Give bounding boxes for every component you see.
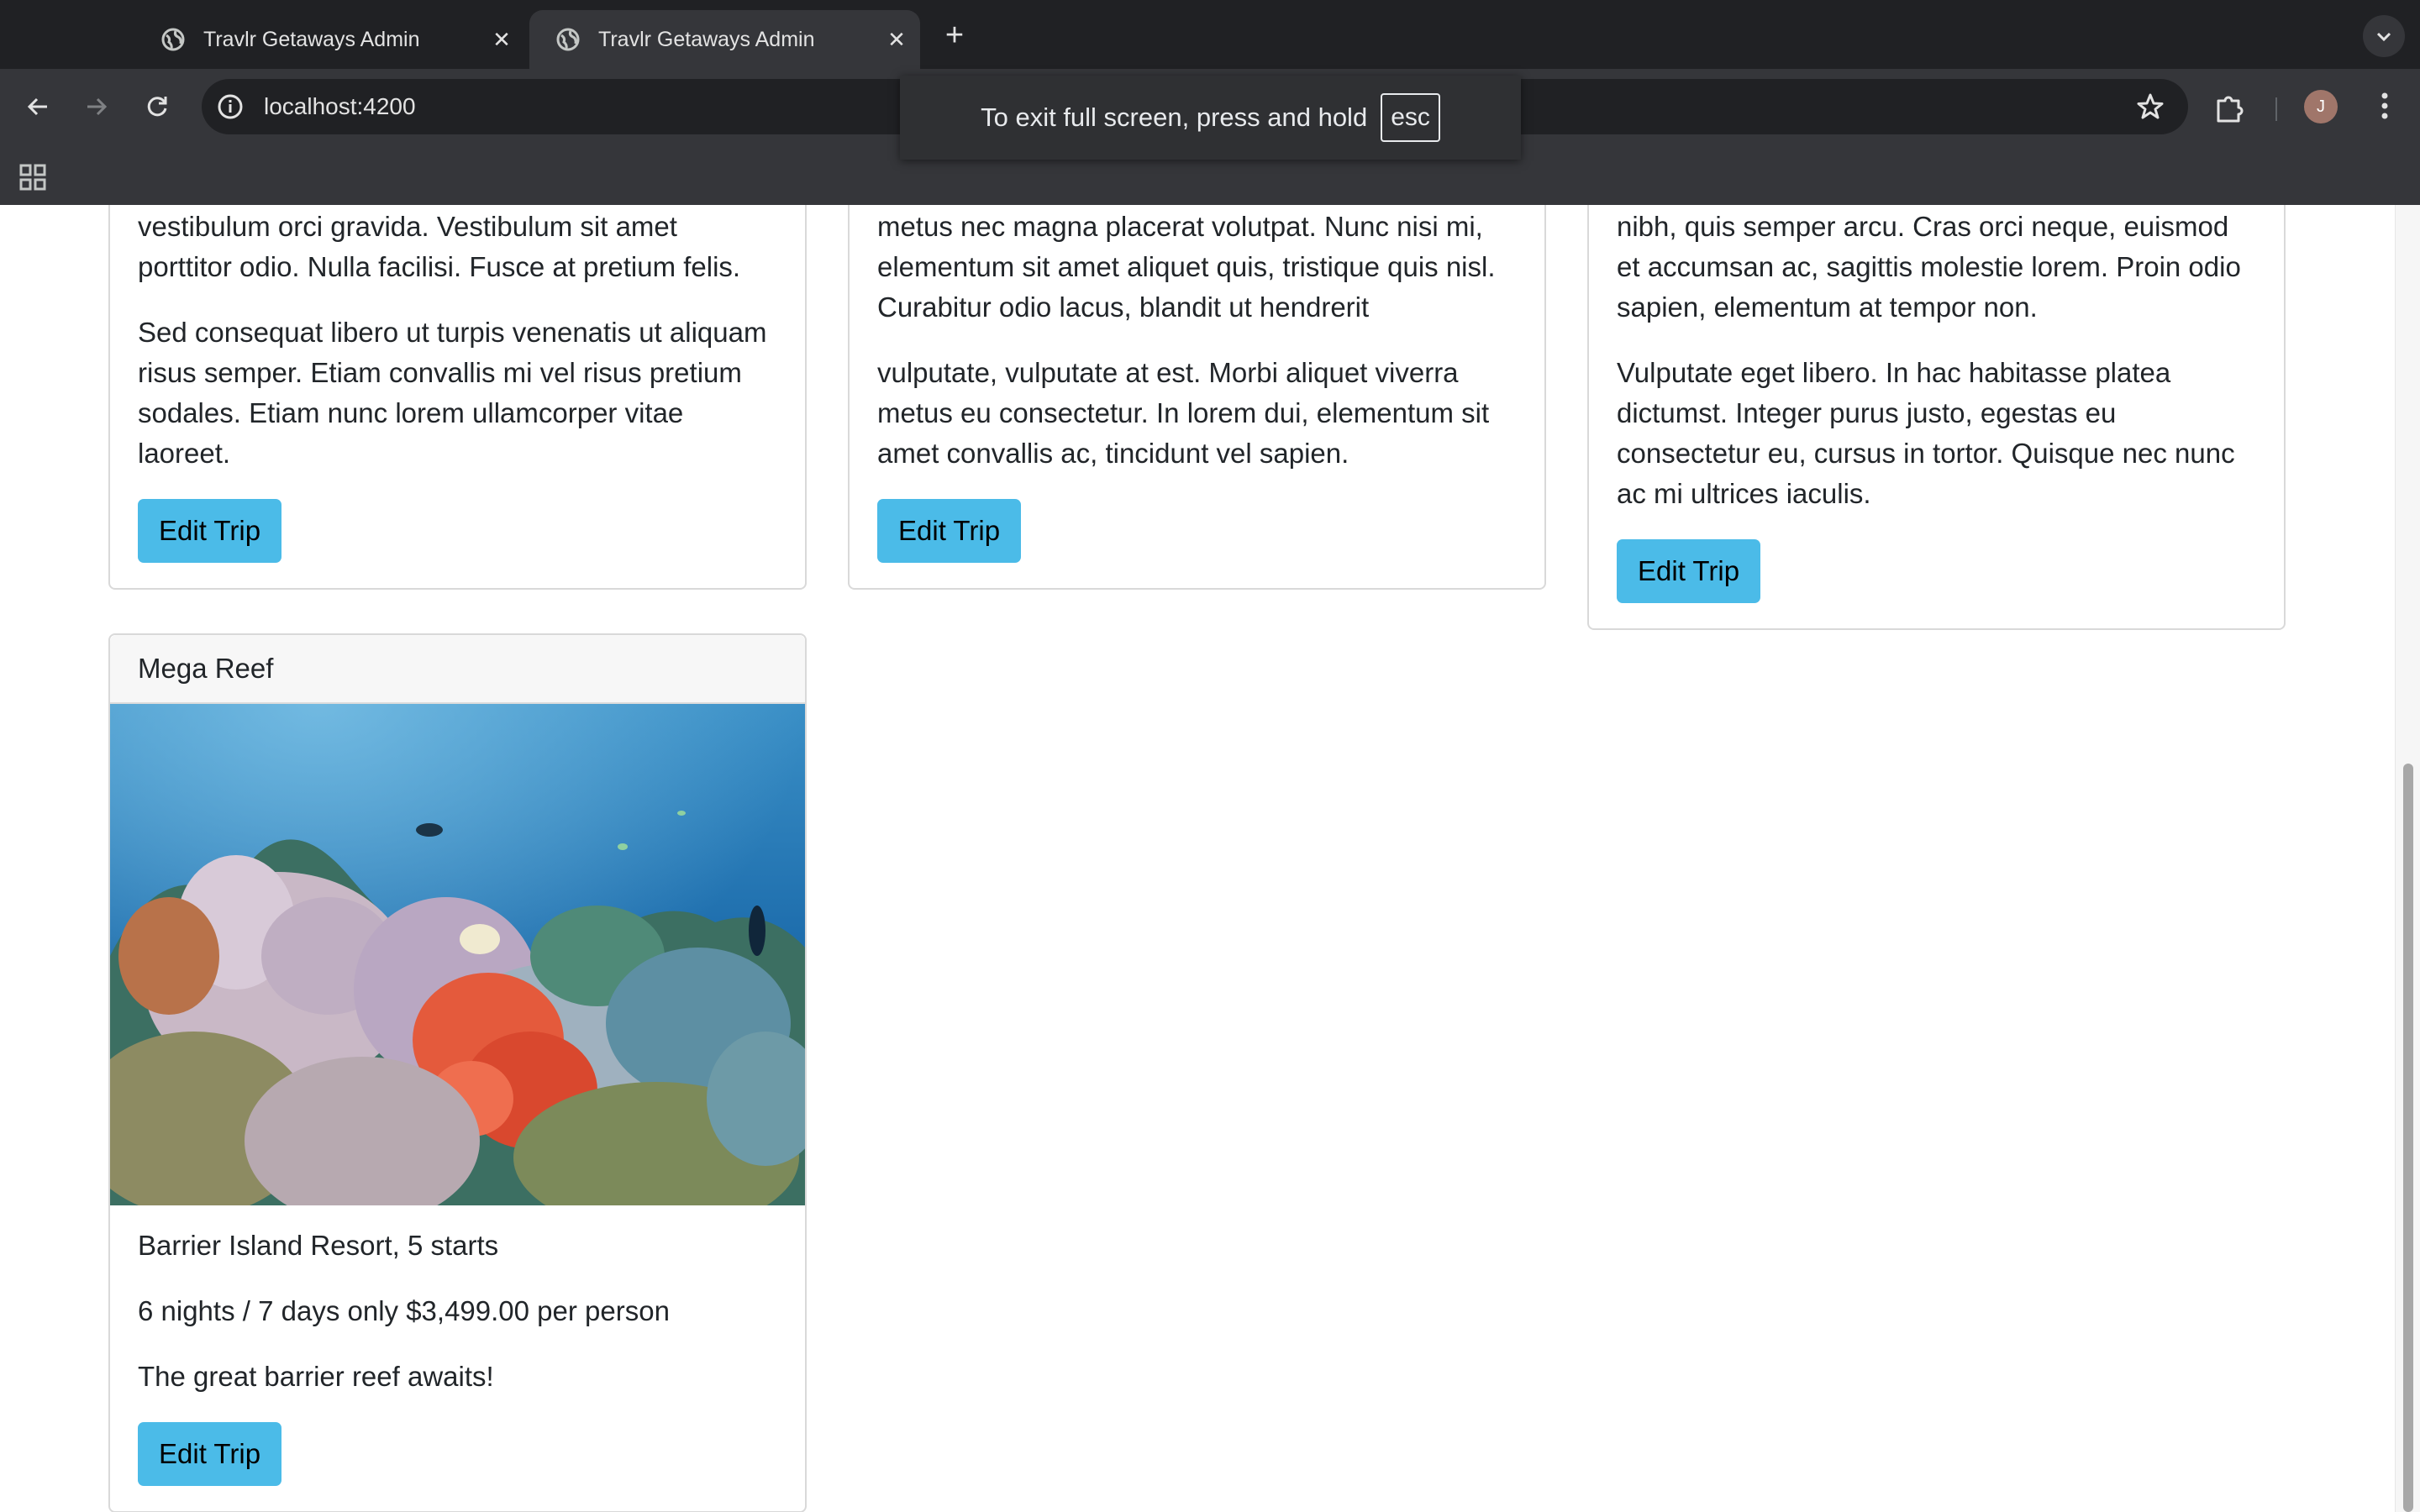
tab-strip: Travlr Getaways Admin ✕ Travlr Getaways … — [0, 0, 2420, 69]
trip-description: nibh, quis semper arcu. Cras orci neque,… — [1617, 211, 2241, 323]
trip-description: vestibulum orci gravida. Vestibulum sit … — [138, 211, 741, 282]
forward-button[interactable] — [76, 86, 118, 128]
page-viewport: vestibulum orci gravida. Vestibulum sit … — [0, 205, 2395, 1512]
browser-menu-button[interactable] — [2368, 89, 2402, 123]
edit-trip-button[interactable]: Edit Trip — [138, 499, 282, 563]
esc-key-label: esc — [1381, 93, 1440, 142]
fullscreen-notice-text: To exit full screen, press and hold — [981, 102, 1368, 132]
reload-button[interactable] — [136, 86, 178, 128]
info-icon[interactable] — [217, 93, 244, 120]
globe-icon — [161, 28, 185, 51]
close-icon[interactable]: ✕ — [490, 27, 513, 52]
scrollbar-thumb[interactable] — [2403, 764, 2413, 1512]
edit-trip-button[interactable]: Edit Trip — [1617, 539, 1761, 603]
reload-icon — [147, 97, 167, 117]
back-button[interactable] — [17, 86, 59, 128]
url-text[interactable]: localhost:4200 — [264, 93, 416, 120]
trip-description: Sed consequat libero ut turpis venenatis… — [138, 317, 767, 469]
page-scrollbar[interactable] — [2395, 205, 2420, 1512]
new-tab-button[interactable]: + — [936, 17, 973, 54]
trip-price: 6 nights / 7 days only $3,499.00 per per… — [138, 1295, 670, 1326]
tab-title: Travlr Getaways Admin — [598, 27, 815, 51]
profile-avatar[interactable]: J — [2304, 90, 2338, 123]
bookmark-star-icon[interactable] — [2136, 92, 2165, 121]
browser-tab-active[interactable]: Travlr Getaways Admin ✕ — [529, 10, 920, 69]
chevron-down-icon — [2376, 32, 2391, 42]
trip-description: Vulputate eget libero. In hac habitasse … — [1617, 357, 2235, 509]
trip-card-mega-reef: Mega Reef Barrier Island Resort, 5 start… — [108, 633, 807, 1512]
trip-description: The great barrier reef awaits! — [138, 1361, 494, 1392]
apps-grid-icon[interactable] — [18, 163, 47, 192]
browser-tab[interactable]: Travlr Getaways Admin ✕ — [134, 10, 525, 69]
kebab-menu-icon — [2381, 92, 2388, 119]
trip-card: nibh, quis semper arcu. Cras orci neque,… — [1587, 205, 2286, 630]
edit-trip-button[interactable]: Edit Trip — [877, 499, 1022, 563]
tab-search-button[interactable] — [2363, 15, 2405, 57]
trip-description: vulputate, vulputate at est. Morbi aliqu… — [877, 357, 1490, 469]
trip-image — [110, 704, 805, 1205]
trip-resort: Barrier Island Resort, 5 starts — [138, 1230, 499, 1261]
back-arrow-icon — [27, 97, 47, 116]
globe-icon — [556, 28, 580, 51]
close-icon[interactable]: ✕ — [885, 27, 908, 52]
trip-card: vestibulum orci gravida. Vestibulum sit … — [108, 205, 807, 590]
trip-name: Mega Reef — [110, 635, 805, 704]
edit-trip-button[interactable]: Edit Trip — [138, 1422, 282, 1486]
fullscreen-exit-notice: To exit full screen, press and hold esc — [900, 76, 1521, 160]
toolbar-divider — [2275, 97, 2277, 121]
tab-title: Travlr Getaways Admin — [203, 27, 420, 51]
forward-arrow-icon — [87, 97, 108, 116]
extensions-puzzle-icon[interactable] — [2213, 91, 2247, 124]
trip-description: metus nec magna placerat volutpat. Nunc … — [877, 211, 1496, 323]
trip-card: metus nec magna placerat volutpat. Nunc … — [848, 205, 1546, 590]
